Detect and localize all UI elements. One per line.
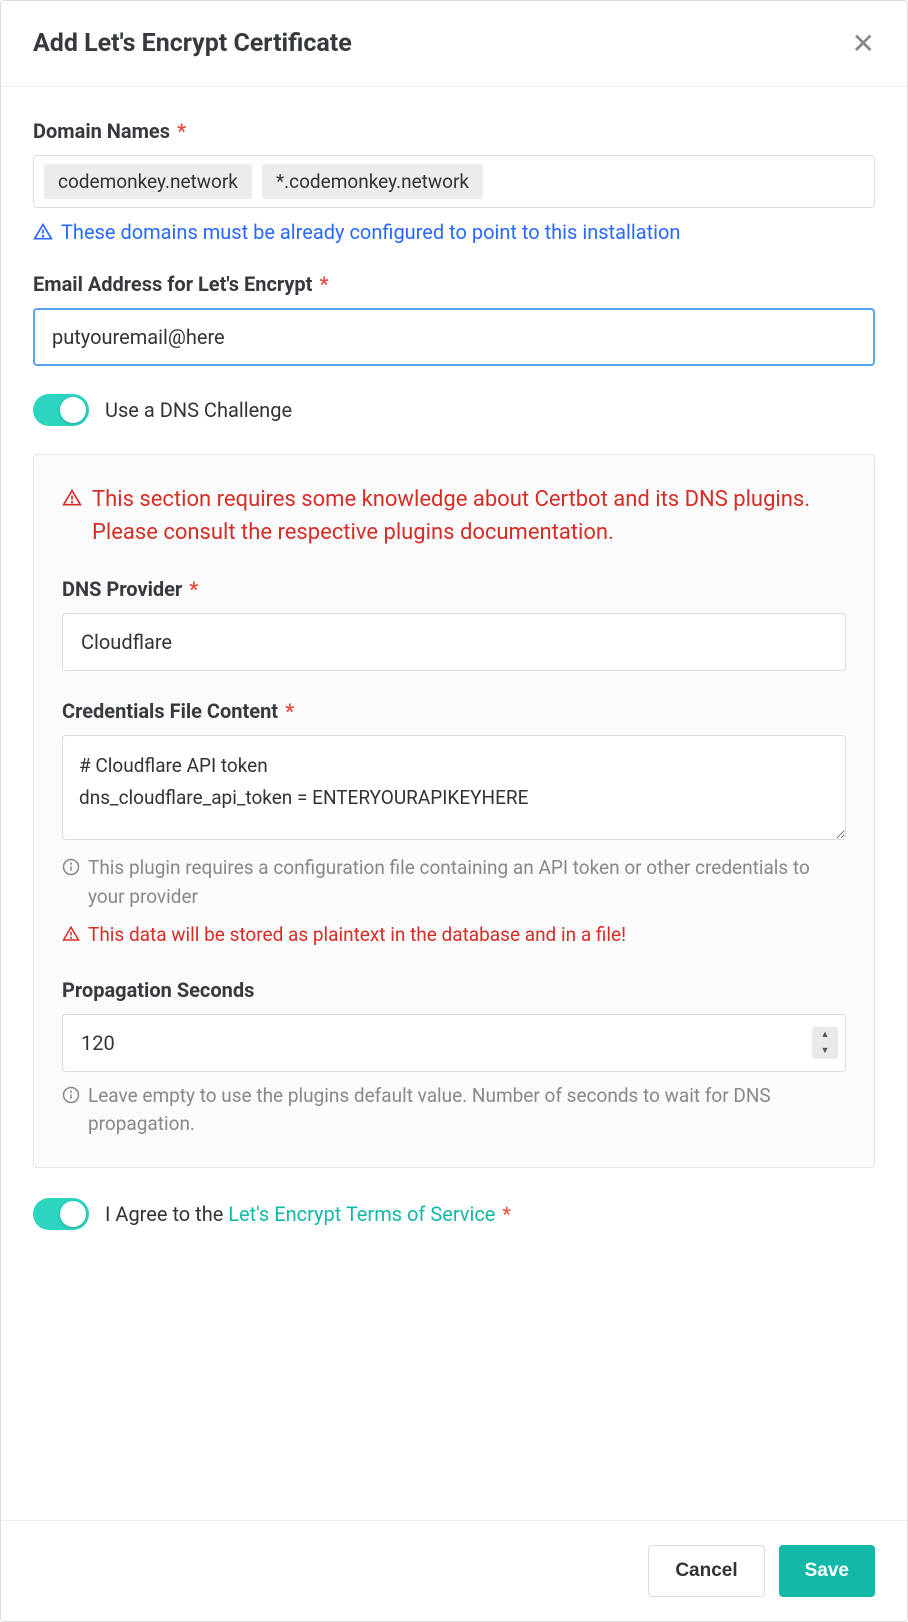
warning-icon — [33, 222, 53, 242]
dns-challenge-toggle[interactable] — [33, 394, 89, 426]
spinner-down-icon[interactable]: ▼ — [812, 1043, 838, 1059]
agree-text: I Agree to the Let's Encrypt Terms of Se… — [105, 1202, 511, 1226]
save-button[interactable]: Save — [779, 1545, 875, 1597]
agree-prefix: I Agree to the — [105, 1202, 228, 1226]
warning-icon — [62, 488, 82, 508]
credentials-warning-text: This data will be stored as plaintext in… — [88, 921, 626, 950]
dns-section-warning: This section requires some knowledge abo… — [62, 483, 846, 549]
modal-title: Add Let's Encrypt Certificate — [33, 29, 352, 58]
info-icon — [62, 1086, 80, 1104]
dns-provider-value: Cloudflare — [81, 630, 172, 654]
dns-challenge-row: Use a DNS Challenge — [33, 394, 875, 426]
number-spinner[interactable]: ▲ ▼ — [812, 1027, 838, 1059]
agree-row: I Agree to the Let's Encrypt Terms of Se… — [33, 1198, 875, 1230]
dns-section: This section requires some knowledge abo… — [33, 454, 875, 1168]
modal-header: Add Let's Encrypt Certificate ✕ — [1, 1, 907, 87]
propagation-help: Leave empty to use the plugins default v… — [62, 1082, 846, 1139]
dns-provider-label: DNS Provider * — [62, 577, 846, 601]
dns-provider-label-text: DNS Provider — [62, 577, 182, 601]
modal-footer: Cancel Save — [1, 1520, 907, 1621]
domain-helper-text: These domains must be already configured… — [61, 220, 680, 244]
propagation-wrapper: ▲ ▼ — [62, 1014, 846, 1072]
email-label-text: Email Address for Let's Encrypt — [33, 272, 312, 296]
required-asterisk: * — [189, 577, 198, 601]
required-asterisk: * — [319, 272, 328, 296]
close-icon: ✕ — [852, 28, 875, 59]
credentials-info: This plugin requires a configuration fil… — [62, 854, 846, 911]
propagation-label-text: Propagation Seconds — [62, 978, 254, 1002]
propagation-label: Propagation Seconds — [62, 978, 846, 1002]
email-group: Email Address for Let's Encrypt * — [33, 272, 875, 366]
propagation-group: Propagation Seconds ▲ ▼ Leave empty — [62, 978, 846, 1139]
domain-helper: These domains must be already configured… — [33, 220, 875, 244]
letsencrypt-modal: Add Let's Encrypt Certificate ✕ Domain N… — [0, 0, 908, 1622]
domain-chip[interactable]: codemonkey.network — [44, 164, 252, 199]
credentials-group: Credentials File Content * # Cloudflare … — [62, 699, 846, 950]
domain-chip[interactable]: *.codemonkey.network — [262, 164, 483, 199]
domain-names-group: Domain Names * codemonkey.network *.code… — [33, 119, 875, 244]
warning-icon — [62, 925, 80, 943]
close-button[interactable]: ✕ — [852, 30, 875, 58]
domain-names-label-text: Domain Names — [33, 119, 170, 143]
credentials-warning: This data will be stored as plaintext in… — [62, 921, 846, 950]
spinner-up-icon[interactable]: ▲ — [812, 1027, 838, 1043]
cancel-button[interactable]: Cancel — [648, 1545, 764, 1597]
credentials-info-text: This plugin requires a configuration fil… — [88, 854, 846, 911]
credentials-textarea[interactable]: # Cloudflare API token dns_cloudflare_ap… — [62, 735, 846, 840]
required-asterisk: * — [285, 699, 294, 723]
dns-challenge-label: Use a DNS Challenge — [105, 398, 292, 422]
toggle-knob — [60, 397, 86, 423]
domain-names-label: Domain Names * — [33, 119, 875, 143]
domain-names-input[interactable]: codemonkey.network *.codemonkey.network — [33, 155, 875, 208]
modal-body: Domain Names * codemonkey.network *.code… — [1, 87, 907, 1520]
propagation-help-text: Leave empty to use the plugins default v… — [88, 1082, 846, 1139]
agree-toggle[interactable] — [33, 1198, 89, 1230]
dns-provider-group: DNS Provider * Cloudflare — [62, 577, 846, 671]
dns-provider-select[interactable]: Cloudflare — [62, 613, 846, 671]
info-icon — [62, 858, 80, 876]
required-asterisk: * — [502, 1202, 511, 1226]
email-label: Email Address for Let's Encrypt * — [33, 272, 875, 296]
toggle-knob — [60, 1201, 86, 1227]
dns-warning-text: This section requires some knowledge abo… — [92, 483, 846, 549]
propagation-input[interactable] — [62, 1014, 846, 1072]
terms-link[interactable]: Let's Encrypt Terms of Service — [228, 1202, 495, 1226]
email-input[interactable] — [33, 308, 875, 366]
credentials-label-text: Credentials File Content — [62, 699, 278, 723]
credentials-label: Credentials File Content * — [62, 699, 846, 723]
required-asterisk: * — [177, 119, 186, 143]
